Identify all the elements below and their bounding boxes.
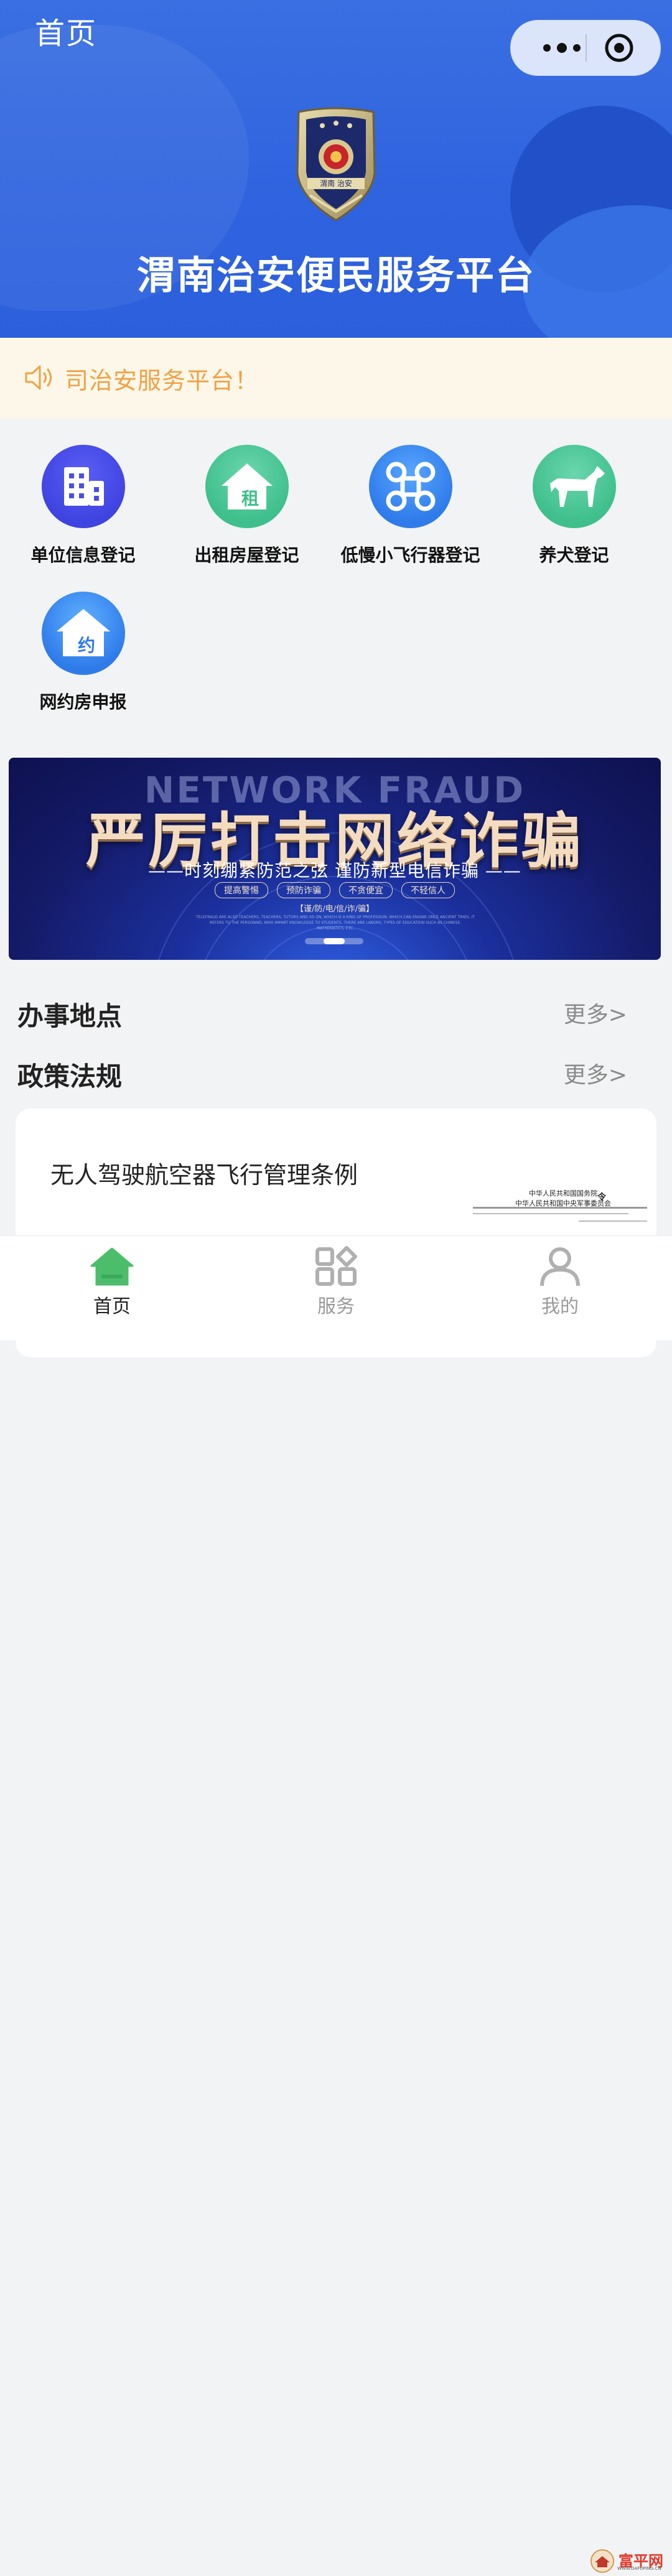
svg-text:租: 租 <box>241 488 258 509</box>
tab-label: 我的 <box>541 1296 579 1318</box>
anti-fraud-banner[interactable]: NETWORK FRAUD 严厉打击网络诈骗 ——时刻绷紧防范之弦 谨防新型电信… <box>9 758 661 960</box>
carousel-indicator[interactable] <box>305 938 363 944</box>
service-unit-info[interactable]: 单位信息登记 <box>1 445 165 567</box>
section-title-locations: 办事地点 <box>17 1001 123 1031</box>
service-dog[interactable]: 养犬登记 <box>492 445 656 567</box>
thumb-divider <box>473 1207 647 1209</box>
thumb-mark: 令 <box>597 1193 606 1202</box>
policy-title: 无人驾驶航空器飞行管理条例 <box>50 1161 358 1189</box>
policy-thumbnail: 中华人民共和国国务院 中华人民共和国中央军事委员会 令 <box>473 1188 653 1232</box>
banner-tags: 提高警惕 预防诈骗 不贪便宜 不轻信人 <box>9 882 661 898</box>
banner-subtitle: ——时刻绷紧防范之弦 谨防新型电信诈骗 —— <box>148 860 521 881</box>
tab-bar: 首页 服务 我的 富平网 WWW.DAFUPING.CN <box>0 1235 672 2573</box>
header-banner: 首页 渭南 治安 渭南治安便民服务平台 <box>0 0 672 338</box>
svg-text:约: 约 <box>77 635 95 656</box>
service-drone[interactable]: 低慢小飞行器登记 <box>329 445 492 567</box>
user-icon <box>540 1247 580 1286</box>
more-policies-link[interactable]: 更多> <box>564 1057 627 1089</box>
tab-profile[interactable]: 我的 <box>498 1246 622 1318</box>
miniprogram-capsule[interactable] <box>510 20 661 76</box>
watermark-url: WWW.DAFUPING.CN <box>617 2566 661 2571</box>
thumb-divider <box>579 1221 647 1222</box>
tab-label: 首页 <box>93 1296 131 1318</box>
banner-tag: 不轻信人 <box>401 882 455 898</box>
dog-icon <box>532 445 616 528</box>
service-label: 养犬登记 <box>539 545 609 565</box>
banner-tag: 不贪便宜 <box>339 882 393 898</box>
capsule-divider <box>586 34 587 62</box>
grid-icon <box>315 1246 357 1286</box>
home-icon <box>90 1247 134 1286</box>
thumb-divider <box>473 1213 628 1214</box>
platform-title: 渭南治安便民服务平台 <box>136 253 535 298</box>
section-title-policies: 政策法规 <box>17 1061 123 1092</box>
site-watermark: 富平网 WWW.DAFUPING.CN <box>589 2549 668 2574</box>
tab-services[interactable]: 服务 <box>274 1246 398 1318</box>
drone-icon <box>368 445 452 528</box>
svg-text:渭南 治安: 渭南 治安 <box>320 179 352 188</box>
service-label: 低慢小飞行器登记 <box>340 545 480 565</box>
watermark-logo-icon <box>590 2549 614 2573</box>
speaker-icon <box>25 365 52 390</box>
page-title: 首页 <box>35 16 98 51</box>
service-label: 单位信息登记 <box>30 545 136 565</box>
banner-small-title: 【谨/防/电/信/诈/骗】 <box>296 904 374 914</box>
thumb-line: 中华人民共和国国务院 <box>529 1189 597 1197</box>
police-badge-logo: 渭南 治安 <box>296 107 376 221</box>
notice-bar[interactable]: 司治安服务平台！ <box>0 338 672 419</box>
building-icon <box>41 445 125 528</box>
online-house-icon: 约 <box>41 592 125 675</box>
tab-label: 服务 <box>317 1296 355 1318</box>
banner-tag: 提高警惕 <box>215 882 268 898</box>
rent-house-icon: 租 <box>205 445 289 528</box>
tab-home[interactable]: 首页 <box>50 1246 174 1318</box>
service-online-rental[interactable]: 约 网约房申报 <box>1 592 165 714</box>
banner-tag: 预防诈骗 <box>277 882 330 898</box>
service-rental-house[interactable]: 租 出租房屋登记 <box>165 445 329 567</box>
banner-fine-print: TELEFRAUD ARE ALSO TEACHERS, TEACHERS, T… <box>196 915 475 931</box>
service-label: 出租房屋登记 <box>194 545 299 565</box>
more-icon[interactable] <box>534 38 589 58</box>
more-locations-link[interactable]: 更多> <box>564 997 627 1029</box>
service-label: 网约房申报 <box>39 692 127 712</box>
notice-text: 司治安服务平台！ <box>65 367 259 394</box>
close-miniprogram-icon[interactable] <box>604 33 634 63</box>
